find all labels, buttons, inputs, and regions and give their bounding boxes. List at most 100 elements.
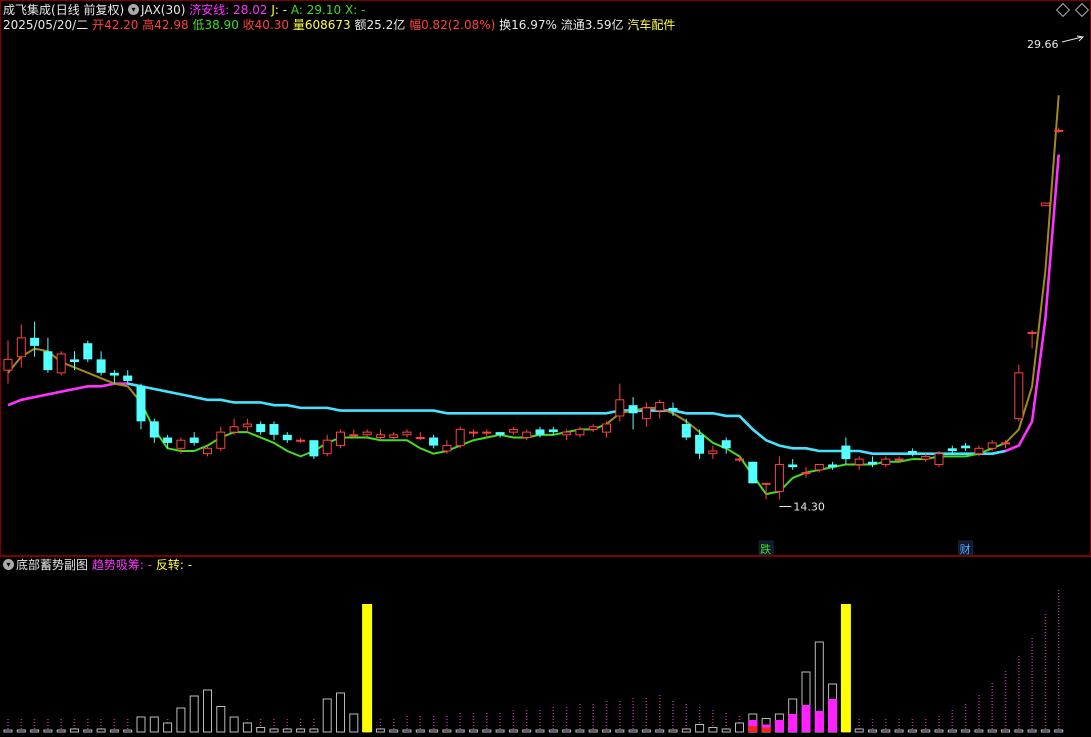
candle[interactable] — [3, 340, 13, 384]
candle[interactable] — [961, 442, 971, 451]
volume-bar — [83, 729, 93, 733]
candle[interactable] — [56, 351, 66, 376]
candle[interactable] — [588, 424, 598, 433]
candle[interactable] — [854, 456, 864, 470]
candle[interactable] — [256, 421, 266, 435]
candle[interactable] — [136, 383, 146, 430]
candle[interactable] — [681, 418, 691, 441]
volume-bar — [322, 698, 332, 733]
candle[interactable] — [748, 461, 758, 484]
candle[interactable] — [429, 434, 439, 449]
volume-bar — [854, 728, 864, 733]
candle[interactable] — [43, 337, 53, 373]
candle[interactable] — [801, 467, 811, 478]
candle[interactable] — [163, 434, 173, 449]
ma-green-line-2 — [698, 431, 1006, 496]
volume-bar — [375, 728, 385, 733]
candle[interactable] — [269, 421, 279, 441]
reversal-bar — [761, 727, 771, 732]
volume-bar — [907, 729, 917, 733]
candle[interactable] — [322, 434, 332, 457]
candle[interactable] — [508, 426, 518, 435]
volume-bar — [256, 727, 266, 733]
candle[interactable] — [455, 426, 465, 449]
candle[interactable] — [296, 437, 306, 443]
volume-bar — [3, 729, 13, 733]
candle[interactable] — [868, 456, 877, 468]
volume-bar — [681, 728, 691, 733]
candle[interactable] — [575, 426, 585, 438]
candle[interactable] — [389, 432, 399, 441]
candle[interactable] — [123, 370, 133, 384]
candle[interactable] — [375, 429, 385, 441]
candle[interactable] — [934, 450, 944, 468]
volume-bar — [947, 729, 957, 733]
candle[interactable] — [841, 437, 851, 465]
candle[interactable] — [708, 445, 718, 460]
candle[interactable] — [229, 418, 239, 435]
candle[interactable] — [907, 448, 917, 457]
volume-bar — [535, 729, 545, 733]
reversal-bar — [748, 726, 758, 732]
candle[interactable] — [282, 432, 292, 443]
candle[interactable] — [628, 397, 638, 430]
candle[interactable] — [402, 429, 412, 438]
event-marker[interactable]: 财 — [958, 540, 974, 556]
candle[interactable] — [149, 418, 159, 443]
candle[interactable] — [774, 456, 784, 500]
candle[interactable] — [336, 429, 345, 449]
candle[interactable] — [495, 432, 505, 438]
max-price-label: 29.66 — [1027, 38, 1059, 51]
volume-bar — [269, 728, 279, 733]
volume-bar — [109, 729, 119, 733]
volume-bar — [429, 729, 439, 733]
candlestick-chart[interactable]: 29.66 14.30 跌 财 — [0, 0, 1091, 556]
trend-accumulation-bar — [814, 711, 824, 732]
max-arrow — [1061, 36, 1083, 43]
svg-text:跌: 跌 — [760, 542, 771, 556]
volume-bar — [189, 695, 199, 733]
volume-bar — [43, 729, 53, 733]
candle[interactable] — [70, 351, 79, 371]
candle[interactable] — [641, 402, 651, 427]
volume-bar — [721, 728, 731, 733]
candle[interactable] — [1027, 329, 1037, 349]
volume-bar — [30, 729, 40, 733]
candle[interactable] — [1014, 364, 1024, 422]
volume-bar — [282, 728, 292, 733]
candle[interactable] — [615, 383, 625, 422]
candle[interactable] — [881, 456, 891, 468]
volume-bar — [641, 729, 651, 733]
volume-bar — [242, 722, 252, 733]
event-marker[interactable]: 跌 — [758, 540, 774, 556]
candle[interactable] — [655, 399, 665, 419]
volume-bar — [522, 729, 532, 733]
candle[interactable] — [96, 351, 106, 376]
candle[interactable] — [602, 421, 611, 438]
candle[interactable] — [242, 418, 252, 433]
volume-bar — [894, 729, 904, 733]
trend-accumulation-bar — [828, 699, 838, 732]
candle[interactable] — [216, 426, 226, 451]
volume-bar — [442, 729, 452, 733]
candle[interactable] — [83, 340, 93, 363]
volume-bar — [668, 729, 678, 733]
volume-bar — [203, 689, 212, 733]
candle[interactable] — [309, 440, 319, 460]
volume-bar — [1040, 729, 1050, 733]
accumulation-bar-chart[interactable] — [0, 556, 1091, 737]
volume-bar — [229, 716, 239, 733]
candle[interactable] — [362, 429, 372, 438]
candle[interactable] — [668, 402, 678, 416]
candle[interactable] — [415, 432, 425, 441]
volume-bar — [389, 729, 399, 733]
volume-bar — [455, 729, 465, 733]
volume-bar — [615, 729, 625, 733]
candle[interactable] — [189, 432, 199, 446]
volume-bar — [881, 729, 891, 733]
candle[interactable] — [522, 429, 532, 441]
candle[interactable] — [1040, 202, 1050, 207]
candle[interactable] — [349, 429, 359, 438]
candle[interactable] — [788, 459, 798, 470]
candle[interactable] — [469, 429, 478, 438]
